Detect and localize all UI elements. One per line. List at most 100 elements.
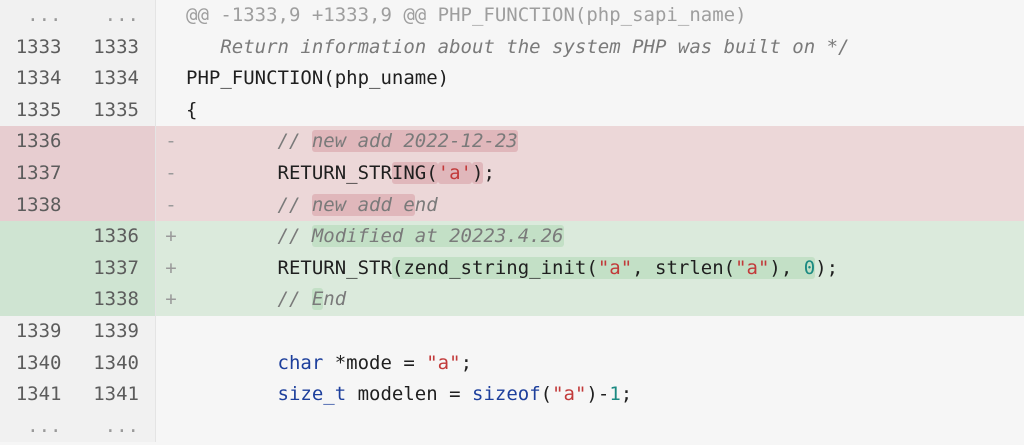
- keyword: char: [277, 351, 324, 374]
- old-line-number: [0, 253, 78, 285]
- line-gutter: 1340 1340: [0, 347, 156, 380]
- new-line-number: 1335: [93, 98, 139, 121]
- code-segment: ;: [620, 383, 633, 406]
- old-line-number: ...: [27, 414, 62, 437]
- diff-marker: -: [165, 130, 177, 153]
- diff-marker: +: [165, 256, 177, 279]
- new-line-number: 1340: [93, 351, 139, 374]
- deleted-line[interactable]: 1338 - // new add end: [0, 189, 1024, 222]
- code-segment: ;: [460, 351, 473, 374]
- code-segment: )-: [586, 383, 610, 406]
- diff-marker: [156, 0, 186, 32]
- code-segment: ),: [769, 256, 804, 279]
- line-gutter: ... ...: [0, 0, 156, 32]
- number-literal: 1: [609, 383, 621, 406]
- diff-marker: [156, 32, 186, 64]
- added-line[interactable]: 1336 + // Modified at 20223.4.26: [0, 221, 1024, 253]
- keyword: size_t: [277, 383, 347, 406]
- code-segment: RETURN_STR: [186, 161, 392, 184]
- deleted-line[interactable]: 1337 - RETURN_STRING('a');: [0, 157, 1024, 190]
- code-segment: //: [186, 193, 312, 216]
- old-line-number: 1335: [15, 98, 62, 121]
- diff-marker: -: [165, 193, 177, 216]
- deleted-line[interactable]: 1336 - // new add 2022-12-23: [0, 126, 1024, 158]
- line-gutter: 1334 1334: [0, 63, 156, 95]
- code-text: // Modified at 20223.4.26: [186, 221, 1024, 253]
- code-segment: , strlen(: [632, 256, 736, 279]
- code-line[interactable]: 1341 1341 size_t modelen = sizeof("a")-1…: [0, 379, 1024, 411]
- code-text: RETURN_STRING('a');: [186, 158, 1024, 190]
- hunk-header[interactable]: ... ... @@ -1333,9 +1333,9 @@ PHP_FUNCTI…: [0, 0, 1024, 32]
- code-text: // new add 2022-12-23: [186, 126, 1024, 158]
- old-line-number: 1340: [15, 351, 62, 374]
- diff-marker: [156, 316, 186, 348]
- new-line-number: 1341: [93, 383, 139, 406]
- diff-marker: +: [165, 288, 177, 311]
- line-gutter: 1333 1333: [0, 31, 156, 64]
- line-gutter: 1339 1339: [0, 315, 156, 348]
- code-line[interactable]: 1340 1340 char *mode = "a";: [0, 347, 1024, 380]
- line-gutter: 1337: [0, 252, 156, 285]
- line-gutter: 1341 1341: [0, 379, 156, 411]
- code-line[interactable]: 1339 1339: [0, 315, 1024, 348]
- hunk-header-text: @@ -1333,9 +1333,9 @@ PHP_FUNCTION(php_s…: [186, 4, 747, 26]
- string-literal: "a": [426, 351, 461, 374]
- diff-view: ... ... @@ -1333,9 +1333,9 @@ PHP_FUNCTI…: [0, 0, 1024, 445]
- string-literal: "a": [735, 256, 770, 279]
- old-line-number: 1341: [15, 383, 62, 406]
- string-literal: "a": [552, 383, 587, 406]
- code-line[interactable]: 1334 1334 PHP_FUNCTION(php_uname): [0, 63, 1024, 95]
- new-line-number: [78, 190, 156, 222]
- code-text: // End: [186, 284, 1024, 316]
- code-segment: //: [186, 130, 312, 153]
- old-line-number: 1336: [15, 130, 62, 153]
- code-segment: //: [186, 225, 312, 248]
- code-text: RETURN_STR(zend_string_init("a", strlen(…: [186, 253, 1024, 285]
- old-line-number: 1334: [15, 67, 62, 90]
- new-line-number: [78, 126, 156, 158]
- new-line-number: 1334: [93, 67, 139, 90]
- deleted-highlight: new add e: [311, 193, 415, 216]
- diff-marker: [156, 348, 186, 380]
- deleted-highlight: ING(: [391, 161, 438, 184]
- code-segment: );: [815, 256, 839, 279]
- line-gutter: 1335 1335: [0, 94, 156, 127]
- old-line-number: 1333: [15, 35, 62, 58]
- code-segment: *mode =: [323, 351, 427, 374]
- code-text: // new add end: [186, 190, 1024, 222]
- old-line-number: 1338: [15, 193, 62, 216]
- new-line-number: ...: [104, 4, 139, 26]
- new-line-number: [78, 158, 156, 190]
- added-line[interactable]: 1337 + RETURN_STR(zend_string_init("a", …: [0, 252, 1024, 285]
- code-segment: nd: [323, 288, 347, 311]
- diff-marker: [156, 379, 186, 411]
- code-segment: RETURN_STR: [186, 256, 392, 279]
- old-line-number: ...: [27, 4, 62, 26]
- code-line[interactable]: 1335 1335 {: [0, 94, 1024, 127]
- keyword: sizeof: [472, 383, 541, 406]
- new-line-number: ...: [104, 414, 139, 437]
- code-text: char *mode = "a";: [186, 348, 1024, 380]
- old-line-number: 1337: [15, 161, 62, 184]
- added-highlight: (zend_string_init("a", strlen("a"), 0: [391, 256, 816, 279]
- added-highlight: Modified at 20223.4.26: [311, 225, 564, 248]
- code-text: PHP_FUNCTION(php_uname): [186, 67, 450, 90]
- code-line[interactable]: 1333 1333 Return information about the s…: [0, 31, 1024, 64]
- fold-row[interactable]: ... ...: [0, 410, 1024, 443]
- diff-marker: [156, 411, 186, 443]
- line-gutter: 1338: [0, 189, 156, 222]
- code-text: Return information about the system PHP …: [186, 35, 850, 58]
- line-gutter: 1337: [0, 157, 156, 190]
- new-line-number: 1337: [93, 256, 139, 279]
- diff-marker: +: [165, 225, 177, 248]
- code-segment: nd: [414, 193, 438, 216]
- line-gutter: 1336: [0, 126, 156, 158]
- code-text: size_t modelen = sizeof("a")-1;: [186, 379, 1024, 411]
- added-highlight: E: [311, 288, 324, 311]
- added-line[interactable]: 1338 + // End: [0, 284, 1024, 316]
- diff-marker: -: [165, 161, 177, 184]
